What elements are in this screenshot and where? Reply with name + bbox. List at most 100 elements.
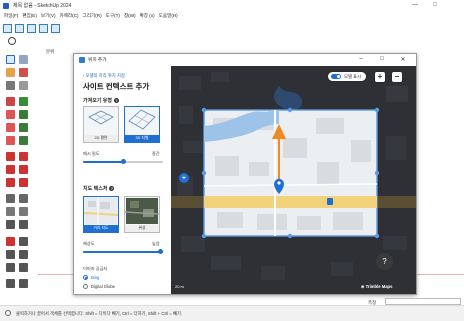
eraser-tool-icon[interactable] [6, 68, 15, 77]
add-location-icon[interactable] [3, 23, 12, 33]
card-3d-terrain[interactable]: 3D 지형 [124, 106, 160, 143]
window-title: 제목 없음 - SketchUp 2024 [13, 3, 72, 9]
map-help-button[interactable]: ? [376, 253, 393, 270]
toggle-switch[interactable] [331, 74, 341, 79]
axes-tool-icon[interactable] [6, 220, 15, 229]
arc-tool-icon[interactable] [6, 136, 15, 145]
menu-edit[interactable]: 편집(E) [22, 13, 37, 19]
provider-bing-label[interactable]: Bing [91, 275, 99, 280]
scale-tool-icon[interactable] [6, 178, 15, 187]
menu-extensions[interactable]: 확장 (x) [140, 13, 155, 19]
zoom-tool-icon[interactable] [6, 250, 15, 259]
add-region-handle[interactable]: + [179, 173, 189, 183]
freehand-tool-icon[interactable] [19, 97, 28, 106]
provider-digitalglobe-radio[interactable] [83, 284, 88, 289]
dimension-tool-icon[interactable] [19, 194, 28, 203]
detail-value: 중간 [152, 151, 160, 156]
walk-tool-icon[interactable] [6, 279, 15, 288]
status-bar: 클릭하거나 끌어서 객체를 선택합니다. Shift = 다이다 빼기, Ctr… [0, 305, 464, 321]
show-model-toggle[interactable]: 모델 표시 [328, 72, 366, 81]
pie-tool-icon[interactable] [19, 136, 28, 145]
corner-handle-bl[interactable] [201, 233, 207, 239]
info-icon[interactable] [5, 310, 11, 316]
back-link[interactable]: ‹ 모델의 지리 위치 지정 [83, 73, 125, 79]
detail-slider-knob[interactable] [121, 159, 126, 164]
previous-view-icon[interactable] [19, 263, 28, 272]
window-maximize-button[interactable]: □ [428, 1, 442, 10]
provider-digitalglobe-label[interactable]: Digital Globe [91, 284, 115, 289]
paint-bucket-icon[interactable] [19, 68, 28, 77]
help-icon[interactable]: ? [109, 186, 115, 192]
move-tool-icon[interactable] [6, 152, 15, 161]
edge-handle-bottom[interactable] [287, 233, 293, 239]
terrain-grid-icon [128, 109, 156, 130]
3d-text-icon[interactable] [19, 220, 28, 229]
toggle-terrain-icon[interactable] [27, 23, 36, 33]
text-tool-icon[interactable] [19, 207, 28, 216]
provider-bing-radio[interactable] [83, 275, 88, 280]
corner-handle-br[interactable] [374, 233, 380, 239]
look-around-icon[interactable] [19, 279, 28, 288]
menu-file[interactable]: 파일(F) [4, 13, 18, 19]
dialog-close-button[interactable]: ✕ [398, 56, 408, 63]
menu-draw[interactable]: 그리기(R) [83, 13, 102, 19]
edge-handle-left[interactable] [201, 170, 207, 176]
detail-slider[interactable] [83, 159, 163, 164]
card-street-map[interactable]: 거리 지도 [83, 196, 119, 233]
photo-texture-icon[interactable] [39, 23, 48, 33]
zoom-out-button[interactable]: − [392, 72, 402, 82]
tag-tool-icon[interactable] [6, 81, 15, 90]
edge-handle-top[interactable] [287, 107, 293, 113]
measure-input[interactable] [385, 298, 461, 305]
resolution-slider[interactable] [83, 249, 163, 254]
resolution-slider-fill [83, 251, 163, 253]
lasso-tool-icon[interactable] [19, 55, 28, 64]
circle-tool-icon[interactable] [6, 123, 15, 132]
corner-handle-tr[interactable] [374, 107, 380, 113]
rectangle-tool-icon[interactable] [6, 110, 15, 119]
zoom-extents-icon[interactable] [6, 263, 15, 272]
rotate-tool-icon[interactable] [6, 165, 15, 174]
window-minimize-button[interactable]: — [408, 1, 422, 10]
line-tool-icon[interactable] [6, 97, 15, 106]
window-titlebar: 제목 없음 - SketchUp 2024 [0, 0, 464, 11]
card-2d-label: 2D 평면 [84, 135, 118, 142]
detail-slider-fill [83, 161, 123, 163]
menu-view[interactable]: 보기(V) [41, 13, 56, 19]
location-map[interactable]: 모델 표시 + − + ? 20 m ⊕ Trimble Maps [171, 66, 416, 294]
polygon-tool-icon[interactable] [19, 123, 28, 132]
scene-tab[interactable]: 분위 [46, 49, 54, 55]
rotated-rectangle-icon[interactable] [19, 110, 28, 119]
zoom-in-button[interactable]: + [375, 72, 385, 82]
menu-window[interactable]: 창(W) [124, 13, 136, 19]
resolution-value: 높음 [152, 241, 160, 246]
select-tool-icon[interactable] [6, 55, 15, 64]
menu-camera[interactable]: 카메라(C) [59, 13, 78, 19]
clear-location-icon[interactable] [15, 23, 24, 33]
orbit-tool-icon[interactable] [6, 237, 15, 246]
offset-tool-icon[interactable] [19, 178, 28, 187]
tape-measure-icon[interactable] [6, 194, 15, 203]
protractor-icon[interactable] [6, 207, 15, 216]
resolution-label: 해상도 [83, 241, 95, 246]
dialog-minimize-button[interactable]: – [356, 56, 366, 62]
resolution-slider-knob[interactable] [158, 249, 163, 254]
flat-grid-icon [88, 110, 114, 125]
dialog-maximize-button[interactable]: □ [377, 56, 387, 62]
location-pin-icon[interactable] [8, 37, 16, 45]
zoom-window-icon[interactable] [19, 250, 28, 259]
menu-tools[interactable]: 도구(T) [106, 13, 120, 19]
push-pull-icon[interactable] [19, 152, 28, 161]
menu-help[interactable]: 도움말(H) [159, 13, 178, 19]
pan-tool-icon[interactable] [19, 237, 28, 246]
satellite-thumbnail [124, 198, 160, 224]
add-more-imagery-icon[interactable] [51, 23, 60, 33]
card-satellite[interactable]: 위성 [124, 196, 160, 233]
help-icon[interactable]: ? [114, 98, 119, 104]
follow-me-icon[interactable] [19, 165, 28, 174]
edge-handle-right[interactable] [374, 170, 380, 176]
main-road [204, 196, 377, 208]
corner-handle-tl[interactable] [201, 107, 207, 113]
card-2d-flat[interactable]: 2D 평면 [83, 106, 119, 143]
sample-tool-icon[interactable] [19, 81, 28, 90]
